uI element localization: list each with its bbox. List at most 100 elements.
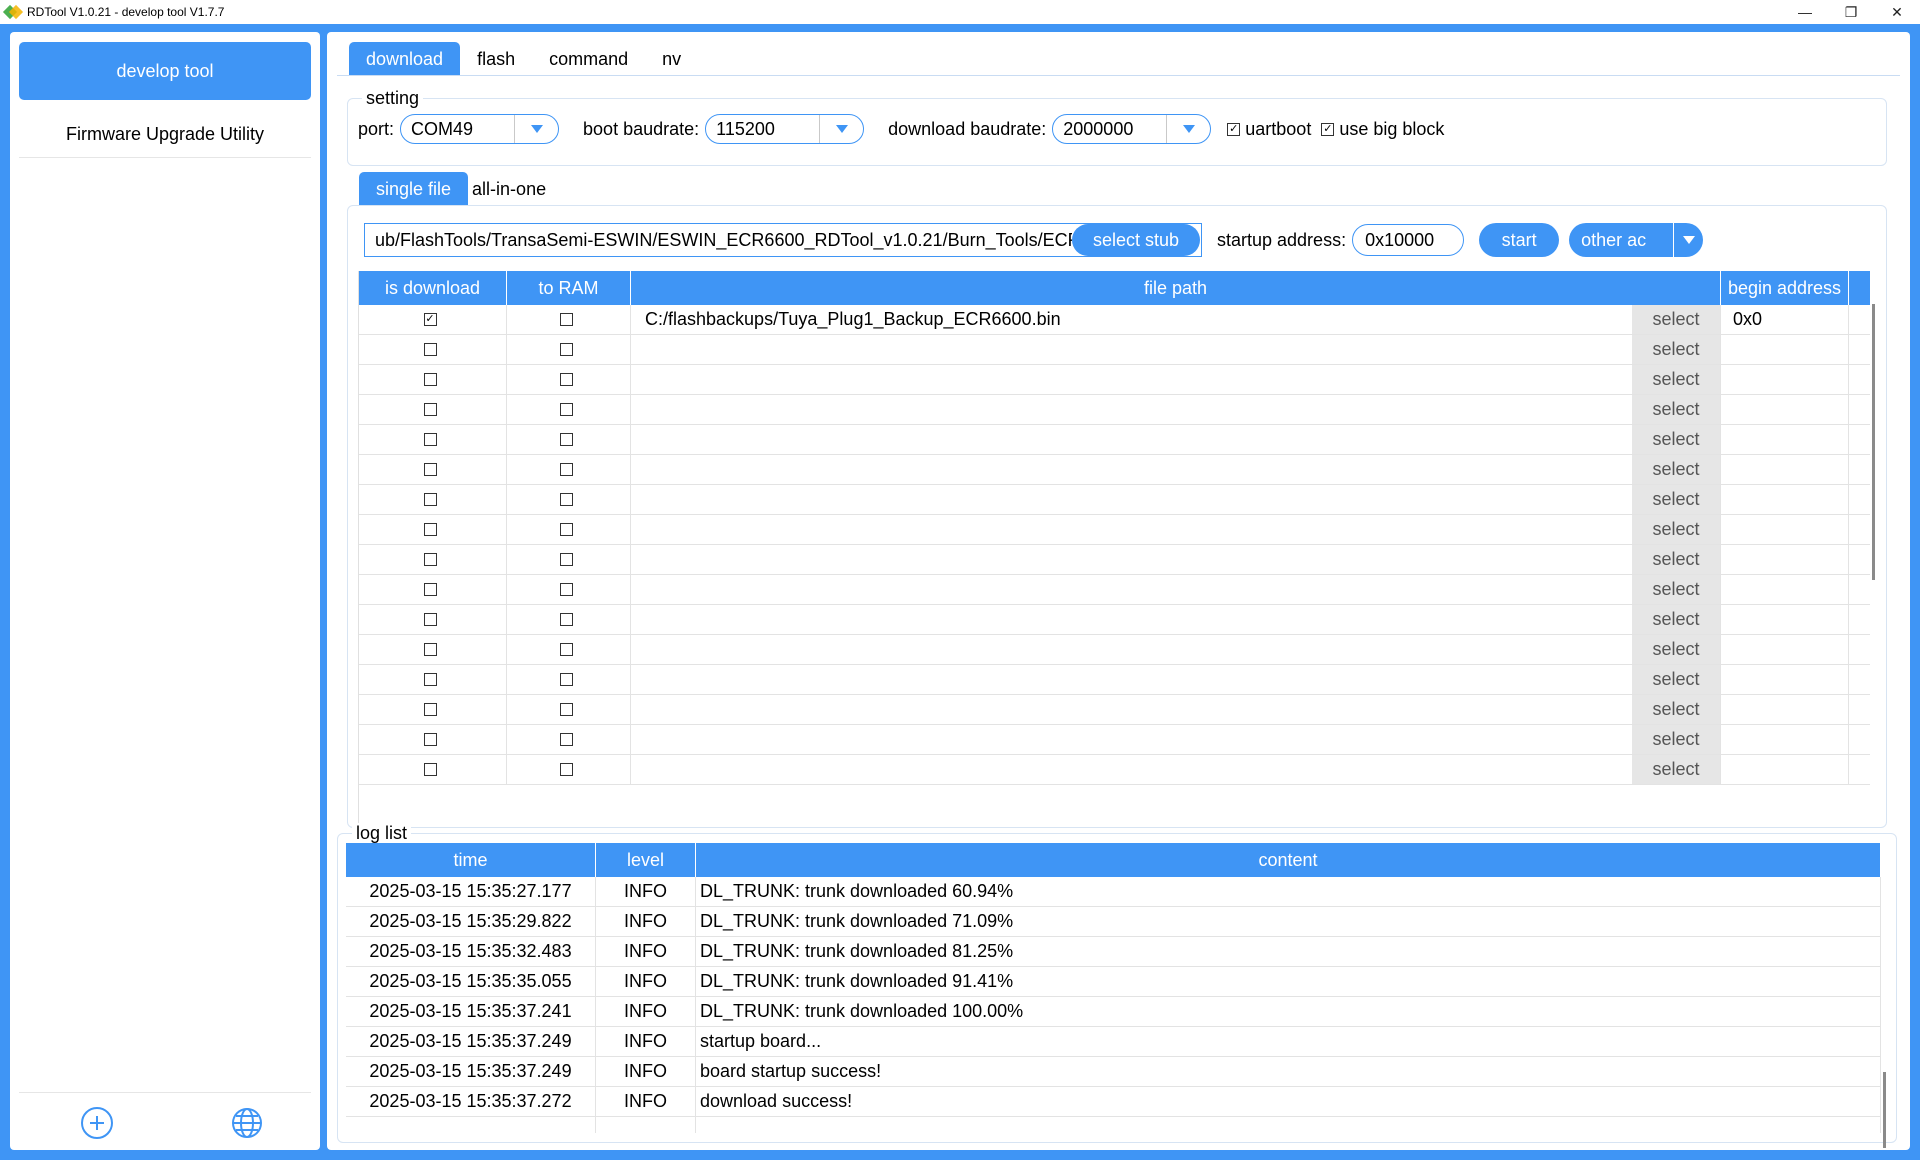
begin-address-cell[interactable] [1721, 485, 1849, 514]
select-file-button[interactable]: select [1632, 605, 1720, 634]
file-path-cell[interactable]: select [631, 515, 1721, 544]
file-path-cell[interactable]: select [631, 455, 1721, 484]
is-download-checkbox[interactable] [423, 763, 437, 776]
is-download-checkbox[interactable] [423, 553, 437, 566]
chevron-down-icon[interactable] [514, 115, 558, 143]
is-download-checkbox[interactable] [423, 613, 437, 626]
begin-address-cell[interactable] [1721, 335, 1849, 364]
select-file-button[interactable]: select [1632, 725, 1720, 754]
begin-address-cell[interactable] [1721, 455, 1849, 484]
to-ram-checkbox[interactable] [559, 673, 573, 686]
is-download-checkbox[interactable] [423, 403, 437, 416]
file-path-cell[interactable]: select [631, 725, 1721, 754]
is-download-checkbox[interactable] [423, 733, 437, 746]
use-big-block-checkbox[interactable]: ✓ [1321, 122, 1335, 136]
file-path-cell[interactable]: select [631, 395, 1721, 424]
table-row[interactable]: select [359, 455, 1870, 485]
table-row[interactable]: select [359, 365, 1870, 395]
select-stub-button[interactable]: select stub [1072, 224, 1200, 256]
tab-command[interactable]: command [532, 42, 645, 76]
firmware-upgrade-utility-item[interactable]: Firmware Upgrade Utility [19, 112, 311, 158]
select-file-button[interactable]: select [1632, 335, 1720, 364]
to-ram-checkbox[interactable] [559, 613, 573, 626]
table-row[interactable]: ✓ C:/flashbackups/Tuya_Plug1_Backup_ECR66… [359, 305, 1870, 335]
to-ram-checkbox[interactable] [559, 583, 573, 596]
file-path-cell[interactable]: select [631, 635, 1721, 664]
chevron-down-icon[interactable] [1166, 115, 1210, 143]
select-file-button[interactable]: select [1632, 305, 1720, 334]
table-row[interactable]: select [359, 545, 1870, 575]
file-path-cell[interactable]: select [631, 665, 1721, 694]
to-ram-checkbox[interactable] [559, 733, 573, 746]
select-file-button[interactable]: select [1632, 695, 1720, 724]
restore-button[interactable]: ❐ [1828, 0, 1874, 24]
develop-tool-button[interactable]: develop tool [19, 42, 311, 100]
table-row[interactable]: select [359, 635, 1870, 665]
table-row[interactable]: select [359, 485, 1870, 515]
file-path-cell[interactable]: select [631, 335, 1721, 364]
to-ram-checkbox[interactable] [559, 553, 573, 566]
file-path-cell[interactable]: select [631, 425, 1721, 454]
to-ram-checkbox[interactable] [559, 763, 573, 776]
table-row[interactable]: select [359, 665, 1870, 695]
table-row[interactable]: select [359, 335, 1870, 365]
header-level[interactable]: level [596, 843, 696, 877]
file-path-cell[interactable]: select [631, 755, 1721, 784]
select-file-button[interactable]: select [1632, 635, 1720, 664]
to-ram-checkbox[interactable] [559, 643, 573, 656]
to-ram-checkbox[interactable] [559, 373, 573, 386]
to-ram-checkbox[interactable] [559, 343, 573, 356]
to-ram-checkbox[interactable] [559, 703, 573, 716]
is-download-checkbox[interactable] [423, 493, 437, 506]
select-file-button[interactable]: select [1632, 395, 1720, 424]
to-ram-checkbox[interactable] [559, 523, 573, 536]
other-actions-button[interactable]: other ac [1569, 223, 1704, 257]
port-select[interactable]: COM49 [400, 114, 560, 144]
download-baudrate-select[interactable]: 2000000 [1052, 114, 1212, 144]
begin-address-cell[interactable] [1721, 545, 1849, 574]
begin-address-cell[interactable] [1721, 695, 1849, 724]
tab-flash[interactable]: flash [460, 42, 532, 76]
select-file-button[interactable]: select [1632, 425, 1720, 454]
table-row[interactable]: select [359, 395, 1870, 425]
uartboot-checkbox[interactable]: ✓ [1227, 122, 1241, 136]
file-path-cell[interactable]: select [631, 545, 1721, 574]
select-file-button[interactable]: select [1632, 545, 1720, 574]
header-begin-address[interactable]: begin address [1721, 271, 1849, 305]
file-path-cell[interactable]: select [631, 605, 1721, 634]
begin-address-cell[interactable]: 0x0 [1721, 305, 1849, 334]
boot-baudrate-select[interactable]: 115200 [705, 114, 865, 144]
startup-address-input[interactable]: 0x10000 [1352, 224, 1465, 256]
file-table-scrollbar[interactable] [1872, 304, 1875, 580]
stub-path-field[interactable]: ub/FlashTools/TransaSemi-ESWIN/ESWIN_ECR… [364, 223, 1202, 257]
begin-address-cell[interactable] [1721, 575, 1849, 604]
file-path-cell[interactable]: select [631, 695, 1721, 724]
to-ram-checkbox[interactable] [559, 433, 573, 446]
is-download-checkbox[interactable] [423, 643, 437, 656]
begin-address-cell[interactable] [1721, 725, 1849, 754]
is-download-checkbox[interactable] [423, 523, 437, 536]
header-file-path[interactable]: file path [631, 271, 1721, 305]
chevron-down-icon[interactable] [819, 115, 863, 143]
header-content[interactable]: content [696, 843, 1881, 877]
is-download-checkbox[interactable] [423, 343, 437, 356]
header-time[interactable]: time [346, 843, 596, 877]
begin-address-cell[interactable] [1721, 635, 1849, 664]
begin-address-cell[interactable] [1721, 665, 1849, 694]
chevron-down-icon[interactable] [1673, 223, 1703, 257]
begin-address-cell[interactable] [1721, 515, 1849, 544]
is-download-checkbox[interactable] [423, 673, 437, 686]
table-row[interactable]: select [359, 515, 1870, 545]
minimize-button[interactable]: — [1782, 0, 1828, 24]
tab-single-file[interactable]: single file [359, 172, 469, 206]
begin-address-cell[interactable] [1721, 425, 1849, 454]
table-row[interactable]: select [359, 425, 1870, 455]
is-download-checkbox[interactable] [423, 583, 437, 596]
to-ram-checkbox[interactable] [559, 463, 573, 476]
to-ram-checkbox[interactable] [559, 493, 573, 506]
tab-nv[interactable]: nv [645, 42, 698, 76]
begin-address-cell[interactable] [1721, 605, 1849, 634]
start-button[interactable]: start [1479, 223, 1560, 257]
close-button[interactable]: ✕ [1874, 0, 1920, 24]
tab-download[interactable]: download [349, 42, 461, 76]
